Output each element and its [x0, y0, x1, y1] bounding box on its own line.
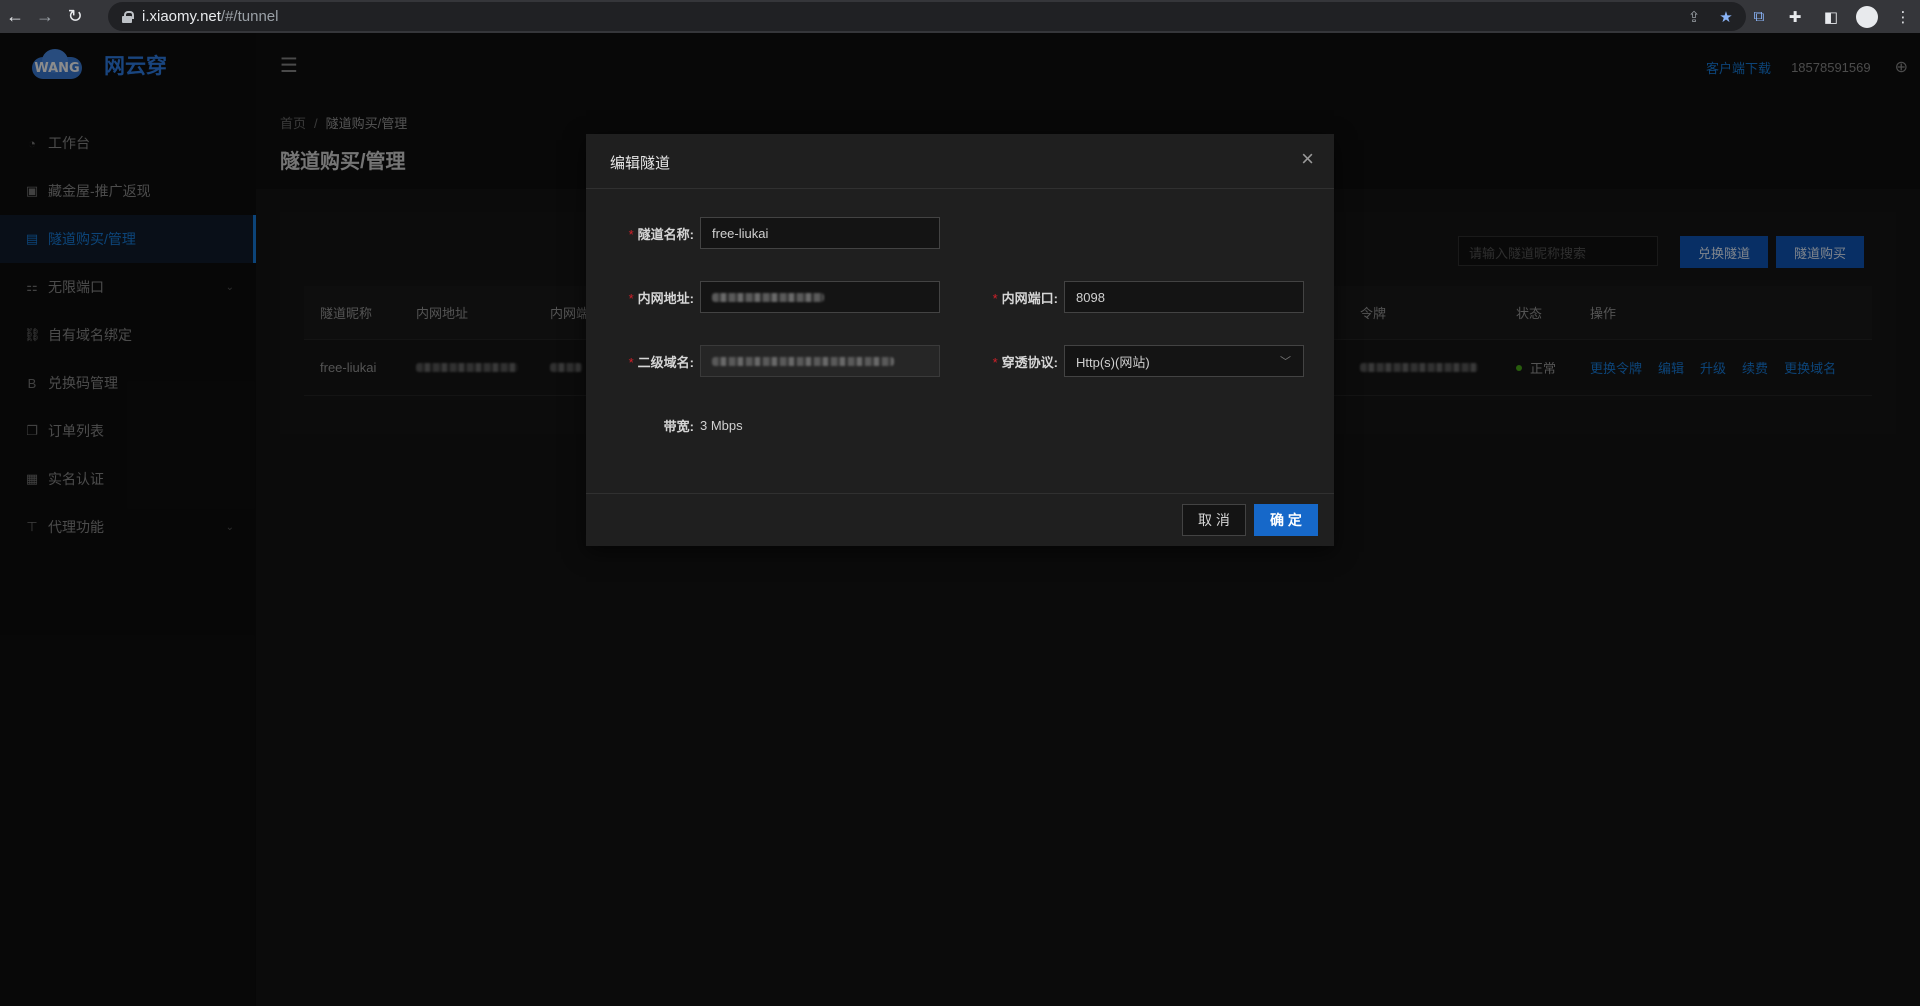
tunnel-name-label: * 隧道名称:: [628, 226, 694, 242]
bandwidth-value: 3 Mbps: [700, 418, 743, 433]
confirm-button[interactable]: 确 定: [1254, 504, 1318, 536]
back-icon[interactable]: ←: [0, 2, 30, 32]
local-addr-input[interactable]: [700, 281, 940, 313]
field-local-port: * 内网端口: 8098: [978, 281, 1304, 313]
forward-icon[interactable]: →: [30, 2, 60, 32]
browser-toolbar: ← → ↻ i.xiaomy.net/#/tunnel ⇪ ★ ⧉ ✚ ◧ ⋮: [0, 0, 1920, 33]
modal-footer: 取 消 确 定: [586, 493, 1334, 546]
reload-icon[interactable]: ↻: [60, 2, 90, 32]
side-panel-icon[interactable]: ◧: [1820, 8, 1842, 26]
tunnel-name-input[interactable]: free-liukai: [700, 217, 940, 249]
extensions-puzzle-icon[interactable]: ✚: [1784, 8, 1806, 26]
subdomain-label: * 二级域名:: [628, 354, 694, 370]
profile-avatar[interactable]: [1856, 5, 1878, 28]
url-text: i.xiaomy.net/#/tunnel: [142, 8, 279, 25]
protocol-label: * 穿透协议:: [992, 354, 1058, 370]
close-icon[interactable]: ×: [1301, 146, 1314, 172]
cancel-button[interactable]: 取 消: [1182, 504, 1246, 536]
bandwidth-label: 带宽:: [663, 419, 694, 434]
field-protocol: * 穿透协议: Http(s)(网站) ﹀: [978, 345, 1304, 377]
field-tunnel-name: * 隧道名称: free-liukai: [614, 217, 940, 249]
local-port-label: * 内网端口:: [992, 290, 1058, 306]
local-port-input[interactable]: 8098: [1064, 281, 1304, 313]
edit-tunnel-modal: 编辑隧道 × * 隧道名称: free-liukai * 内网地址: * 内网端口: …: [586, 134, 1334, 546]
share-icon[interactable]: ⇪: [1684, 8, 1704, 26]
chevron-down-icon: ﹀: [1280, 356, 1291, 368]
address-bar[interactable]: i.xiaomy.net/#/tunnel ⇪ ★: [108, 2, 1746, 31]
field-bandwidth: 带宽: 3 Mbps: [614, 416, 743, 435]
extension-crop-icon[interactable]: ⧉: [1748, 8, 1770, 25]
bookmark-star-icon[interactable]: ★: [1716, 8, 1736, 26]
more-menu-icon[interactable]: ⋮: [1892, 8, 1914, 26]
modal-title: 编辑隧道: [610, 155, 671, 172]
lock-icon: [122, 10, 134, 23]
protocol-select[interactable]: Http(s)(网站) ﹀: [1064, 345, 1304, 377]
field-local-addr: * 内网地址:: [614, 281, 940, 313]
modal-header: 编辑隧道 ×: [586, 134, 1334, 189]
field-subdomain: * 二级域名:: [614, 345, 940, 377]
local-addr-label: * 内网地址:: [628, 290, 694, 306]
subdomain-input[interactable]: [700, 345, 940, 377]
